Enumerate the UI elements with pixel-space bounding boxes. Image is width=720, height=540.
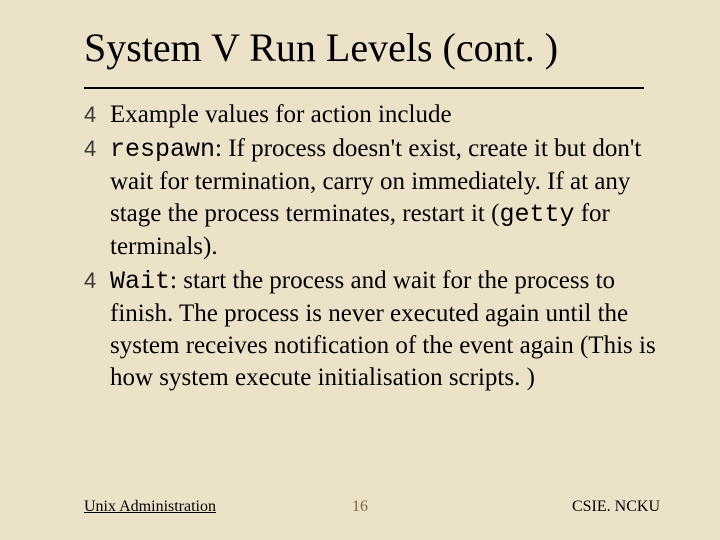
- code-respawn: respawn: [110, 135, 215, 164]
- footer-right: CSIE. NCKU: [572, 498, 660, 516]
- footer-left: Unix Administration: [84, 498, 216, 516]
- slide-title: System V Run Levels (cont. ): [84, 24, 672, 71]
- footer: Unix Administration 16 CSIE. NCKU: [0, 498, 720, 516]
- slide: System V Run Levels (cont. ) Example val…: [0, 0, 720, 540]
- bullet-item: respawn: If process doesn't exist, creat…: [84, 133, 672, 263]
- bullet-text: Example values for action include: [110, 101, 452, 128]
- title-rule: [84, 87, 644, 89]
- page-number: 16: [352, 498, 368, 516]
- code-getty: getty: [499, 200, 574, 229]
- code-wait: Wait: [110, 267, 170, 296]
- bullet-text: : start the process and wait for the pro…: [110, 267, 656, 391]
- bullet-item: Example values for action include: [84, 99, 672, 131]
- bullet-list: Example values for action include respaw…: [84, 99, 672, 394]
- bullet-item: Wait: start the process and wait for the…: [84, 265, 672, 394]
